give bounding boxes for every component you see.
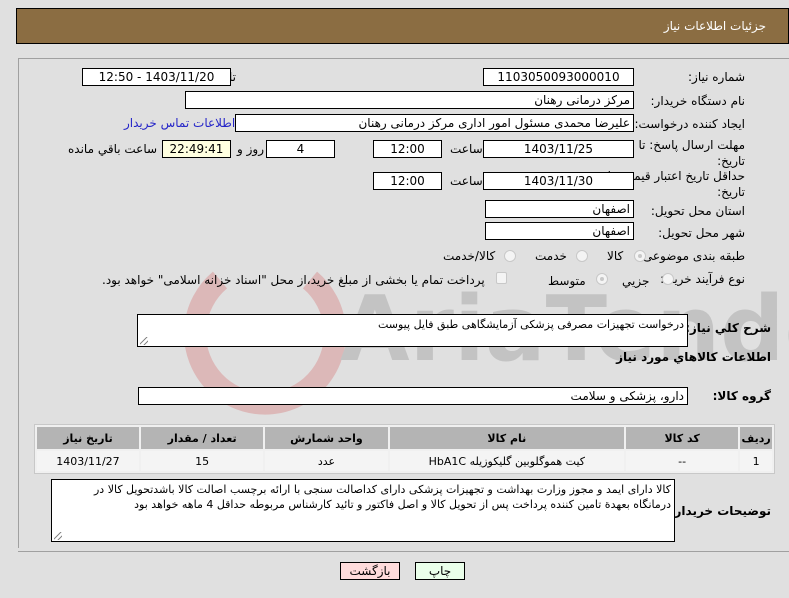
time-left-label: ساعت باقي مانده	[68, 142, 158, 156]
col-item-code: کد کالا	[626, 427, 739, 449]
bottom-divider	[18, 551, 789, 552]
cell-need-date: 1403/11/27	[37, 451, 139, 471]
days-and-label: روز و	[237, 142, 264, 156]
creator-label: ایجاد کننده درخواست:	[634, 117, 745, 131]
treasury-checkbox[interactable]	[496, 272, 507, 284]
purchase-option-medium: متوسط	[548, 274, 586, 288]
goods-group-field: دارو، پزشکی و سلامت	[138, 387, 688, 405]
buyer-notes-label: توضیحات خریدار:	[669, 504, 771, 518]
price-time-field: 12:00	[373, 172, 442, 190]
buyer-org-field: مرکز درمانی رهنان	[185, 91, 634, 109]
purchase-radio-medium[interactable]	[596, 273, 608, 285]
reply-time-field: 12:00	[373, 140, 442, 158]
cell-unit: عدد	[265, 451, 388, 471]
category-label: طبقه بندی موضوعی:	[638, 249, 745, 263]
goods-info-title: اطلاعات كالاهاي مورد نياز	[616, 350, 771, 364]
back-button[interactable]: بازگشت	[340, 562, 400, 580]
category-option-goods-service: کالا/خدمت	[443, 249, 496, 263]
print-button[interactable]: چاپ	[415, 562, 465, 580]
col-quantity: تعداد / مقدار	[140, 427, 264, 449]
need-number-field: 1103050093000010	[483, 68, 634, 86]
purchase-radio-minor[interactable]	[662, 273, 674, 285]
cell-item-name: کیت هموگلوبین گلیکوزیله HbA1C	[389, 451, 625, 471]
buyer-org-label: نام دستگاه خریدار:	[650, 94, 746, 108]
cell-item-code: --	[626, 451, 739, 471]
announce-datetime-field: 1403/11/20 - 12:50	[82, 68, 231, 86]
buyer-contact-link[interactable]: اطلاعات تماس خریدار	[124, 116, 235, 130]
category-radio-goods[interactable]	[634, 250, 646, 262]
table-row: 1 -- کیت هموگلوبین گلیکوزیله HbA1C عدد 1…	[37, 451, 772, 471]
page-title: جزئیات اطلاعات نیاز	[663, 19, 766, 33]
province-field: اصفهان	[485, 200, 634, 218]
category-option-goods: کالا	[607, 249, 624, 263]
category-option-service: خدمت	[535, 249, 567, 263]
time-left-field: 22:49:41	[162, 140, 231, 158]
resize-grip-icon[interactable]	[54, 532, 62, 540]
col-unit: واحد شمارش	[265, 427, 388, 449]
description-text: درخواست تجهیزات مصرفی پزشکی آزمایشگاهی ط…	[377, 318, 684, 331]
days-left-field: 4	[266, 140, 335, 158]
price-time-label: ساعت	[450, 174, 483, 188]
buyer-notes-textarea[interactable]: کالا دارای ایمد و مجوز وزارت بهداشت و تج…	[51, 479, 675, 542]
col-item-name: نام کالا	[389, 427, 625, 449]
resize-grip-icon[interactable]	[140, 337, 148, 345]
city-field: اصفهان	[485, 222, 634, 240]
table-header-row: ردیف کد کالا نام کالا واحد شمارش تعداد /…	[37, 427, 772, 449]
page-header: جزئیات اطلاعات نیاز	[16, 8, 789, 44]
buyer-notes-text: کالا دارای ایمد و مجوز وزارت بهداشت و تج…	[93, 483, 671, 511]
col-row-number: ردیف	[740, 427, 772, 449]
reply-deadline-label: مهلت ارسال پاسخ: تا تاریخ:	[638, 138, 745, 168]
goods-group-label: گروه كالا:	[712, 389, 771, 403]
purchase-option-minor: جزیي	[622, 274, 650, 288]
price-date-field: 1403/11/30	[483, 172, 634, 190]
cell-row-number: 1	[740, 451, 772, 471]
reply-date-field: 1403/11/25	[483, 140, 634, 158]
need-number-label: شماره نیاز:	[688, 70, 745, 84]
items-table: ردیف کد کالا نام کالا واحد شمارش تعداد /…	[34, 424, 775, 474]
city-label: شهر محل تحویل:	[658, 226, 745, 240]
category-radio-service[interactable]	[576, 250, 588, 262]
creator-field: علیرضا محمدی مسئول امور اداری مرکز درمان…	[235, 114, 634, 132]
category-radio-goods-service[interactable]	[504, 250, 516, 262]
reply-time-label: ساعت	[450, 142, 483, 156]
description-label: شرح كلي نياز:	[685, 321, 771, 335]
treasury-note: پرداخت تمام یا بخشی از مبلغ خرید،از محل …	[102, 273, 485, 287]
cell-quantity: 15	[140, 451, 264, 471]
col-need-date: تاریخ نیاز	[37, 427, 139, 449]
province-label: استان محل تحویل:	[650, 204, 745, 218]
description-textarea[interactable]: درخواست تجهیزات مصرفی پزشکی آزمایشگاهی ط…	[137, 314, 688, 347]
